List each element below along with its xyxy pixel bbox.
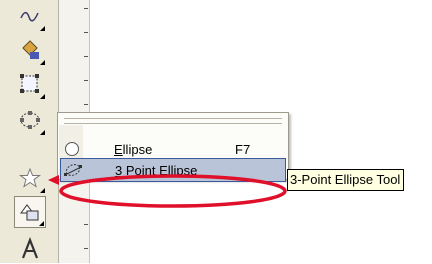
menu-item-ellipse-label: Ellipse bbox=[114, 141, 153, 157]
ellipse-tool-button[interactable] bbox=[14, 104, 46, 136]
three-point-ellipse-icon bbox=[61, 159, 85, 181]
menu-item-ellipse-shortcut: F7 bbox=[235, 141, 251, 157]
menu-grip[interactable] bbox=[64, 118, 282, 124]
red-arrow-icon bbox=[48, 175, 59, 185]
freehand-curve-icon bbox=[20, 11, 39, 22]
polygon-tool-button[interactable] bbox=[14, 162, 46, 194]
freehand-tool-button[interactable] bbox=[14, 0, 46, 32]
ellipse-outline-icon bbox=[60, 138, 84, 160]
rectangle-icon bbox=[20, 74, 39, 93]
basic-shapes-tool-button[interactable] bbox=[14, 196, 46, 228]
text-a-icon bbox=[21, 236, 39, 259]
star-icon bbox=[18, 167, 42, 188]
smart-fill-tool-button[interactable] bbox=[14, 34, 46, 66]
rectangle-tool-button[interactable] bbox=[14, 68, 46, 100]
toolbox bbox=[0, 0, 58, 263]
text-tool-button[interactable] bbox=[14, 232, 46, 264]
ellipse-icon bbox=[20, 111, 40, 129]
tooltip: 3-Point Ellipse Tool bbox=[287, 169, 405, 191]
menu-item-3-point-ellipse[interactable]: 3 Point Ellipse bbox=[60, 158, 286, 182]
paint-bucket-icon bbox=[22, 40, 39, 59]
shapes-icon bbox=[20, 204, 39, 221]
menu-item-3-point-ellipse-label: 3 Point Ellipse bbox=[115, 162, 198, 178]
ellipse-flyout-menu: Ellipse F7 3 Point Ellipse bbox=[57, 112, 289, 182]
